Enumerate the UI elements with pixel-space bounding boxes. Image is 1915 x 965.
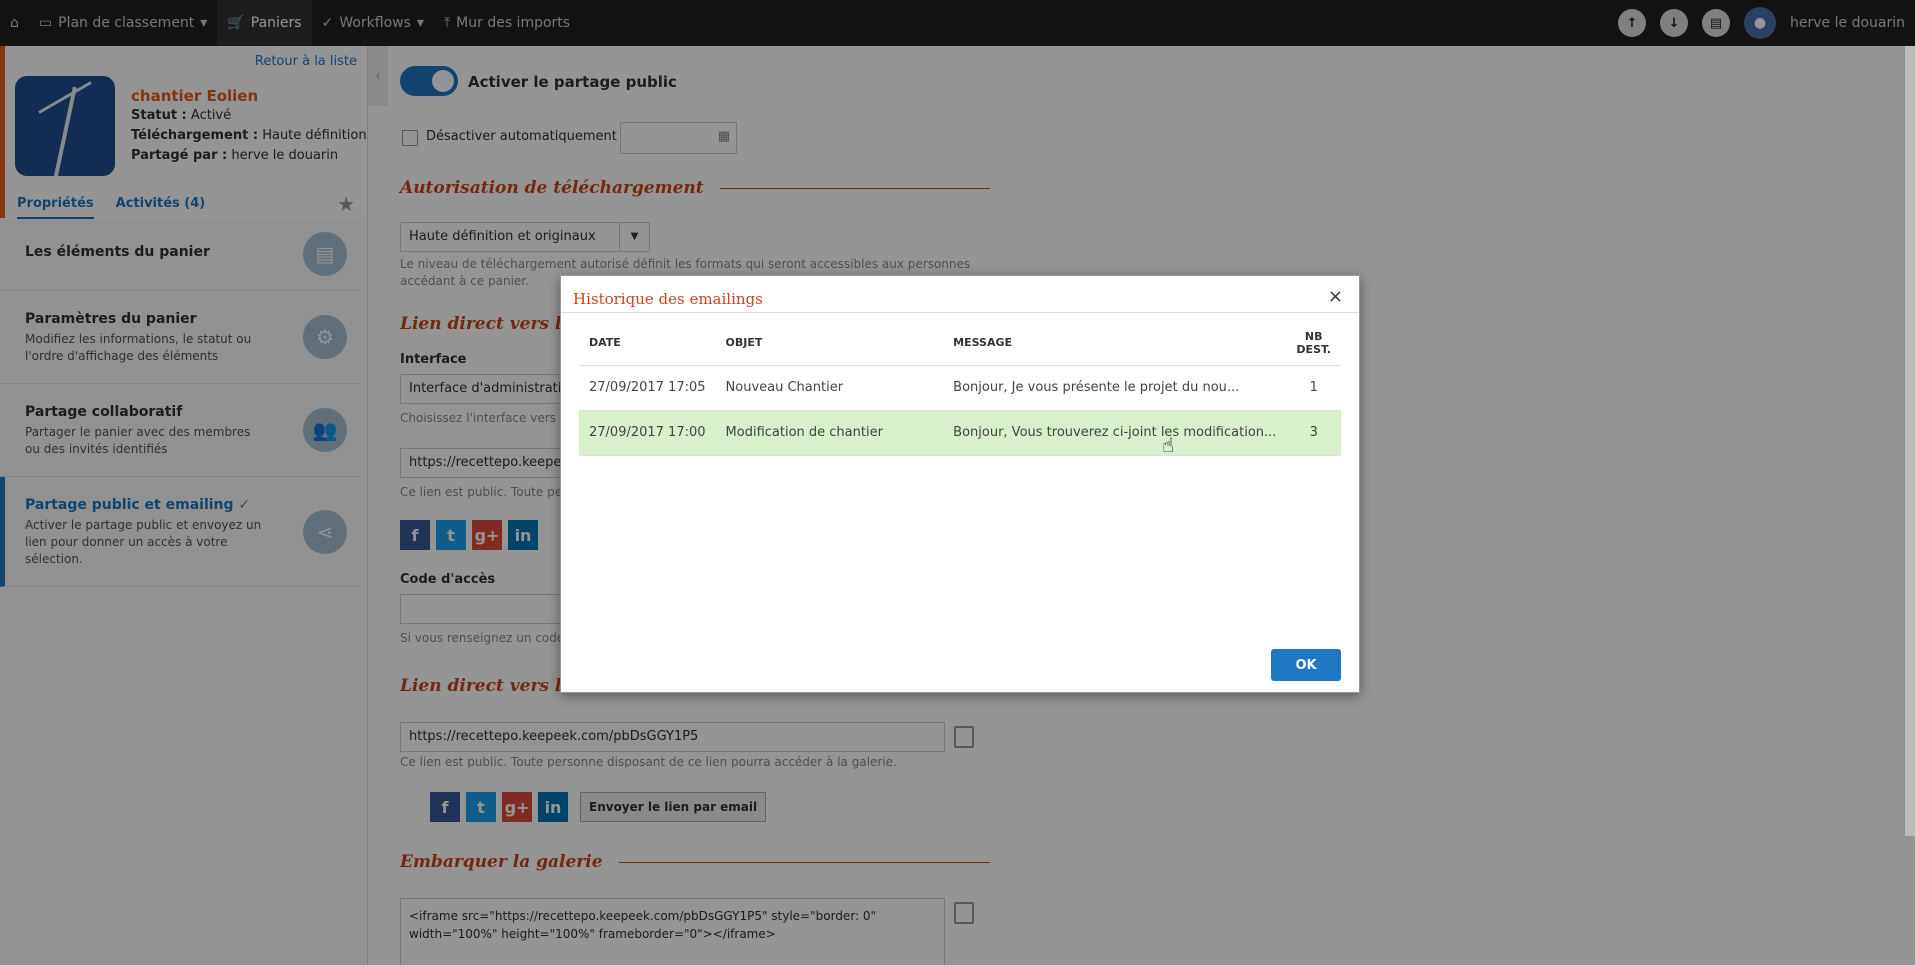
dialog-title: Historique des emailings	[573, 290, 763, 308]
cell-date: 27/09/2017 17:05	[579, 365, 716, 411]
cell-date: 27/09/2017 17:00	[579, 410, 716, 456]
emailing-history-dialog: Historique des emailings × DATE OBJET ME…	[560, 275, 1360, 693]
cell-objet: Modification de chantier	[715, 410, 944, 456]
page-scrollbar[interactable]	[1905, 46, 1915, 836]
cell-nb-dest: 3	[1286, 410, 1341, 456]
cell-message: Bonjour, Vous trouverez ci-joint les mod…	[943, 410, 1287, 456]
cell-message: Bonjour, Je vous présente le projet du n…	[943, 365, 1287, 411]
table-row[interactable]: 27/09/2017 17:00 Modification de chantie…	[579, 410, 1341, 456]
cell-objet: Nouveau Chantier	[715, 365, 944, 411]
ok-button[interactable]: OK	[1271, 649, 1341, 681]
column-header-date[interactable]: DATE	[579, 321, 716, 366]
column-header-objet[interactable]: OBJET	[715, 321, 944, 366]
hand-cursor-icon: ☝	[1162, 433, 1175, 457]
emailing-history-table: DATE OBJET MESSAGE NB DEST. 27/09/2017 1…	[579, 321, 1341, 456]
cell-nb-dest: 1	[1286, 365, 1341, 411]
close-icon[interactable]: ×	[1328, 286, 1343, 307]
table-row[interactable]: 27/09/2017 17:05 Nouveau Chantier Bonjou…	[579, 365, 1341, 411]
column-header-nb-dest[interactable]: NB DEST.	[1286, 321, 1341, 366]
column-header-message[interactable]: MESSAGE	[943, 321, 1287, 366]
